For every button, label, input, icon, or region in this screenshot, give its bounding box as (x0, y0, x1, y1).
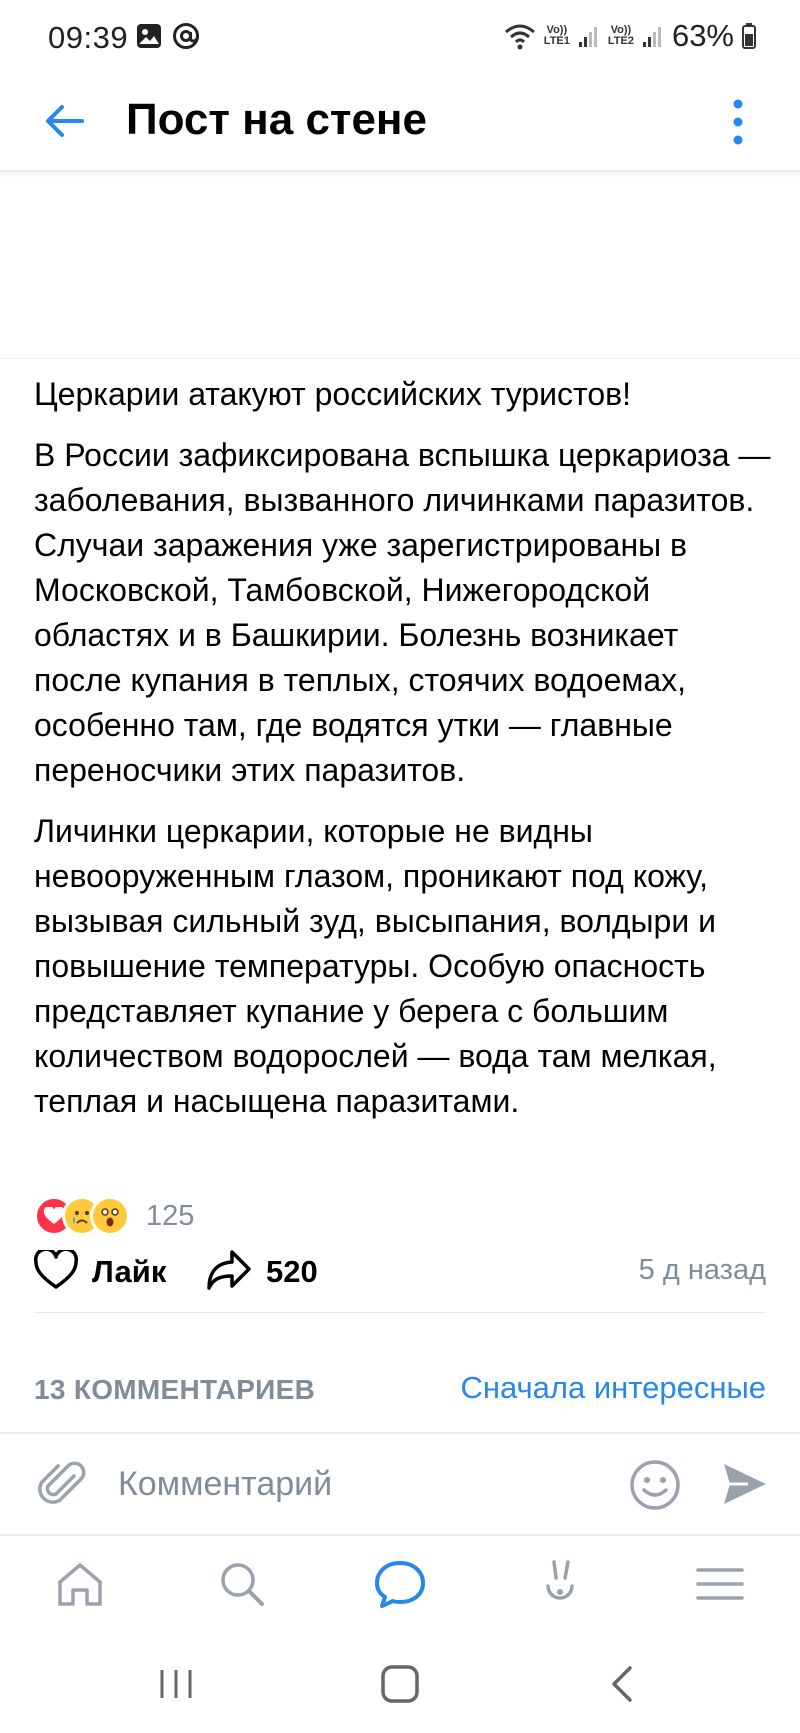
system-back-icon[interactable] (600, 1662, 644, 1706)
wifi-icon (504, 24, 535, 50)
post-paragraph: Личинки церкарии, которые не видны невоо… (34, 813, 717, 1119)
post-timestamp: 5 д назад (638, 1254, 766, 1286)
clips-icon[interactable] (532, 1556, 588, 1612)
bottom-navigation (0, 1534, 800, 1634)
home-button-icon[interactable] (378, 1662, 422, 1706)
heart-icon[interactable] (34, 1250, 78, 1290)
at-icon (173, 23, 199, 49)
comment-composer (0, 1432, 800, 1536)
post-paragraph: В России зафиксирована вспышка церкариоз… (34, 437, 771, 788)
sim2-label: Vo)) LTE2 (607, 24, 634, 47)
paperclip-icon[interactable] (36, 1458, 88, 1510)
more-vertical-icon[interactable] (726, 92, 750, 152)
signal-2-icon (642, 27, 661, 47)
menu-icon[interactable] (692, 1556, 748, 1612)
recent-apps-icon[interactable] (154, 1662, 198, 1706)
reactions-summary[interactable]: 125 (34, 1196, 194, 1236)
status-notification-icons (136, 22, 200, 50)
status-bar: 09:39 Vo)) LTE1 Vo)) LTE2 63% (0, 0, 800, 76)
divider (0, 358, 800, 359)
comments-sort-button[interactable]: Сначала интересные (460, 1368, 766, 1408)
post-actions: Лайк 520 5 д назад (34, 1244, 766, 1300)
post-text: Церкарии атакуют российских туристов! В … (34, 372, 774, 1140)
status-system-icons: Vo)) LTE1 Vo)) LTE2 63% (504, 18, 756, 54)
share-count[interactable]: 520 (266, 1250, 318, 1294)
home-icon[interactable] (52, 1556, 108, 1612)
app-header: Пост на стене (0, 76, 800, 172)
post-paragraph: Церкарии атакуют российских туристов! (34, 376, 632, 412)
reaction-count: 125 (146, 1199, 195, 1232)
smile-icon[interactable] (628, 1458, 682, 1512)
image-icon (137, 24, 161, 48)
system-navigation-bar (0, 1634, 800, 1733)
share-icon[interactable] (206, 1248, 252, 1292)
comments-count: 13 КОММЕНТАРИЕВ (34, 1374, 316, 1405)
battery-percent: 63% (671, 18, 734, 53)
back-arrow-icon[interactable] (40, 96, 90, 146)
like-button[interactable]: Лайк (92, 1250, 166, 1294)
shocked-reaction-icon (90, 1196, 130, 1236)
divider (34, 1312, 766, 1313)
send-icon[interactable] (720, 1460, 770, 1508)
status-time: 09:39 (48, 20, 129, 55)
search-icon[interactable] (214, 1556, 270, 1612)
battery-icon (742, 23, 756, 49)
sim1-label: Vo)) LTE1 (543, 24, 570, 47)
comment-input[interactable] (118, 1456, 598, 1512)
messages-icon[interactable] (372, 1556, 428, 1612)
page-title: Пост на стене (126, 95, 427, 144)
signal-1-icon (578, 27, 597, 47)
